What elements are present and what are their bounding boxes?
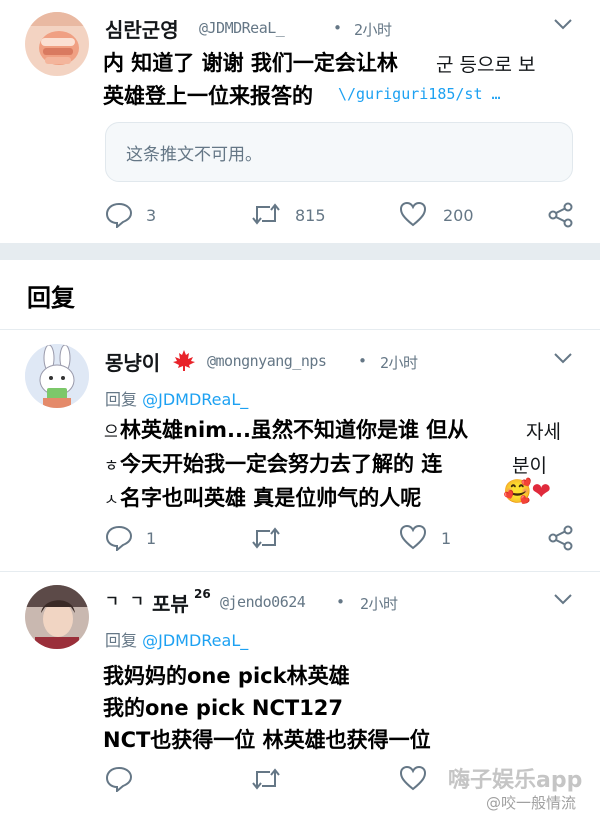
maple-leaf-icon xyxy=(173,350,195,371)
tweet-text-korean-fragment: 분이 xyxy=(512,455,547,477)
section-separator xyxy=(0,243,600,260)
translation-overlay-line: 英雄登上一位来报答的 xyxy=(100,79,316,111)
retweet-icon[interactable] xyxy=(250,767,282,791)
timestamp: 2小时 xyxy=(360,595,398,613)
translation-overlay-line: 内 知道了 谢谢 我们一定会让林 xyxy=(100,46,401,78)
display-name-superscript: 26 xyxy=(194,587,211,601)
reply-handle-link[interactable]: @JDMDReaL_ xyxy=(142,390,248,409)
display-name[interactable]: 포뷰 xyxy=(152,588,189,617)
display-name[interactable]: 심란군영 xyxy=(105,14,179,43)
translation-overlay-line: 林英雄nim...虽然不知道你是谁 但从 xyxy=(117,413,472,445)
reply-to-label: 回复 @JDMDReaL_ xyxy=(105,627,248,651)
timestamp: 2小时 xyxy=(380,354,418,372)
heart-icon[interactable] xyxy=(399,524,427,550)
handle[interactable]: @mongnyang_nps xyxy=(207,352,327,370)
handle[interactable]: @jendo0624 xyxy=(220,593,306,611)
tweet-text-korean-fragment: 군 등으로 보 xyxy=(436,54,536,76)
avatar[interactable] xyxy=(25,12,89,76)
heart-icon[interactable] xyxy=(399,201,427,227)
emoji-text: 🥰❤ xyxy=(503,479,551,505)
translation-overlay-line: 我妈妈的one pick林英雄 xyxy=(100,659,353,691)
retweet-count: 815 xyxy=(295,206,326,225)
heart-icon[interactable] xyxy=(399,765,427,791)
watermark-account: @咬一般情流 xyxy=(486,794,577,812)
handle[interactable]: @JDMDReaL_ xyxy=(199,19,285,37)
divider xyxy=(0,571,600,572)
reply-icon[interactable] xyxy=(105,766,133,792)
tweet-link[interactable]: \/guriguri185/st … xyxy=(338,85,501,103)
unavailable-notice: 这条推文不可用。 xyxy=(126,145,262,165)
timestamp: 2小时 xyxy=(354,21,392,39)
translation-overlay-line: 名字也叫英雄 真是位帅气的人呢 xyxy=(117,481,425,513)
retweet-icon[interactable] xyxy=(250,202,282,226)
display-name-prefix[interactable]: ㄱ ㄱ xyxy=(105,590,147,611)
reply-handle-link[interactable]: @JDMDReaL_ xyxy=(142,631,248,650)
dot-separator: • xyxy=(358,352,367,370)
quoted-tweet-card[interactable]: 这条推文不可用。 xyxy=(105,122,573,182)
share-icon[interactable] xyxy=(548,202,574,228)
avatar[interactable] xyxy=(25,344,89,408)
translation-overlay-line: NCT也获得一位 林英雄也获得一位 xyxy=(100,723,434,755)
chevron-down-icon[interactable] xyxy=(552,351,574,365)
reply-count: 3 xyxy=(146,206,157,225)
translation-overlay-line: 今天开始我一定会努力去了解的 连 xyxy=(117,447,446,479)
retweet-icon[interactable] xyxy=(250,526,282,550)
dot-separator: • xyxy=(336,593,345,611)
tweet-text-korean-fragment: 자세 xyxy=(526,421,561,443)
like-count: 200 xyxy=(443,206,474,225)
display-name[interactable]: 몽냥이 xyxy=(105,347,160,376)
reply-icon[interactable] xyxy=(105,525,133,551)
chevron-down-icon[interactable] xyxy=(552,17,574,31)
watermark-logo-text: 嗨子娱乐app xyxy=(448,768,583,793)
avatar[interactable] xyxy=(25,585,89,649)
reply-icon[interactable] xyxy=(105,202,133,228)
reply-prefix: 回复 xyxy=(105,631,138,650)
like-count: 1 xyxy=(441,529,452,548)
divider xyxy=(0,329,600,330)
chevron-down-icon[interactable] xyxy=(552,592,574,606)
translation-overlay-line: 我的one pick NCT127 xyxy=(100,691,347,723)
reply-prefix: 回复 xyxy=(105,390,138,409)
dot-separator: • xyxy=(333,19,342,37)
replies-heading: 回复 xyxy=(27,284,75,312)
reply-count: 1 xyxy=(146,529,157,548)
share-icon[interactable] xyxy=(548,525,574,551)
reply-to-label: 回复 @JDMDReaL_ xyxy=(105,386,248,410)
